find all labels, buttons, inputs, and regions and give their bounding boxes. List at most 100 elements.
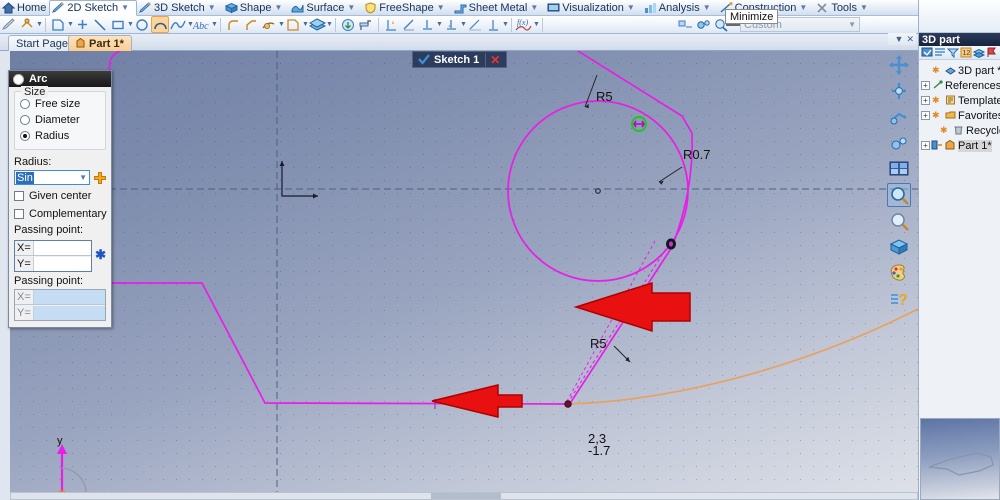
chamfer-tool-button[interactable]: [242, 16, 260, 33]
tree-node-references[interactable]: + References: [921, 78, 1000, 93]
rotate-tool-button[interactable]: [887, 79, 911, 103]
spline-tool-button[interactable]: [169, 16, 187, 33]
tab-part-1[interactable]: Part 1*: [68, 35, 132, 51]
tree-order-icon[interactable]: 12: [960, 47, 972, 58]
pan-tool-button[interactable]: [887, 53, 911, 77]
extrude-tool-button[interactable]: [308, 16, 326, 33]
tree-node-templates[interactable]: + ✱ Templates: [921, 93, 1000, 108]
menu-tab-3d-sketch[interactable]: 3D Sketch ▼: [137, 0, 223, 16]
tree-select-icon[interactable]: [921, 47, 933, 58]
sketch-viewport[interactable]: R5 R0.7 R5 2,3 -1.7 ?: [10, 51, 918, 500]
chevron-down-icon[interactable]: ▼: [79, 173, 87, 182]
view-cube-button[interactable]: [887, 235, 911, 259]
panel-close-icon[interactable]: ✕: [906, 34, 914, 45]
menu-tab-home[interactable]: Home: [0, 0, 49, 16]
help-button[interactable]: ?: [887, 287, 911, 311]
rectangle-tool-button[interactable]: [109, 16, 127, 33]
chevron-down-icon[interactable]: ▼: [848, 20, 856, 29]
passing-point-1-x-row[interactable]: X=: [15, 241, 92, 256]
circle-tool-button[interactable]: [133, 16, 151, 33]
chevron-down-icon[interactable]: ▼: [437, 3, 445, 12]
checkbox-given-center[interactable]: Given center: [14, 188, 106, 203]
menu-tab-tools[interactable]: Tools ▼: [814, 0, 875, 16]
expander-icon[interactable]: +: [921, 96, 930, 105]
dropdown-dot[interactable]: ▼: [326, 21, 333, 28]
chevron-down-icon[interactable]: ▼: [530, 3, 538, 12]
expander-icon[interactable]: +: [921, 81, 930, 90]
menu-tab-visualization[interactable]: Visualization ▼: [545, 0, 641, 16]
chevron-down-icon[interactable]: ▼: [347, 3, 355, 12]
chevron-down-icon[interactable]: ▼: [627, 3, 635, 12]
constraint-perp-button[interactable]: [418, 16, 436, 33]
radio-radius[interactable]: Radius: [20, 128, 100, 144]
zoom-selected-button[interactable]: [887, 183, 911, 207]
profile-tool-button[interactable]: [49, 16, 67, 33]
radio-free-size[interactable]: Free size: [20, 96, 100, 112]
chevron-down-icon[interactable]: ▼: [208, 3, 216, 12]
menu-tab-freeshape[interactable]: FreeShape ▼: [362, 0, 451, 16]
import-sketch-button[interactable]: [339, 16, 357, 33]
tree-filter-icon[interactable]: [946, 47, 960, 59]
radio-diameter[interactable]: Diameter: [20, 112, 100, 128]
menu-tab-surface[interactable]: Surface ▼: [289, 0, 362, 16]
passing-point-1-x-input[interactable]: [33, 241, 92, 255]
sketch-project-tool-button[interactable]: [18, 16, 36, 33]
menu-tab-shape[interactable]: Shape ▼: [223, 0, 290, 16]
tree-node-favorites[interactable]: + ✱ Favorites: [921, 108, 1000, 123]
constraint-tangent-button[interactable]: [484, 16, 502, 33]
arc-tool-button[interactable]: [151, 16, 169, 33]
preview-thumbnail[interactable]: [920, 418, 1000, 500]
panel-pin-icon[interactable]: ▼: [895, 34, 904, 44]
snap-point-button[interactable]: [694, 16, 712, 33]
chevron-down-icon[interactable]: ▼: [703, 3, 711, 12]
dropdown-dot[interactable]: ▼: [502, 21, 509, 28]
menu-tab-analysis[interactable]: Analysis ▼: [642, 0, 718, 16]
menu-tab-sheet-metal[interactable]: Sheet Metal ▼: [452, 0, 546, 16]
constraint-vertical-button[interactable]: [382, 16, 400, 33]
zoom-pan-button[interactable]: [887, 131, 911, 155]
tab-start-page[interactable]: Start Page: [8, 35, 76, 51]
menu-tab-2d-sketch[interactable]: 2D Sketch ▼: [49, 0, 138, 16]
line-tool-button[interactable]: [91, 16, 109, 33]
passing-point-1-y-input[interactable]: [33, 256, 92, 271]
tree-layers-icon[interactable]: [972, 47, 986, 59]
tree-node-recycle-bin[interactable]: ✱ Recycle bin: [921, 123, 1000, 138]
fillet-tool-button[interactable]: [224, 16, 242, 33]
sketch-plane-tool-button[interactable]: [0, 16, 18, 33]
point-tool-button[interactable]: [73, 16, 91, 33]
snap-grid-button[interactable]: [676, 16, 694, 33]
dropdown-dot[interactable]: ▼: [36, 21, 43, 28]
close-icon[interactable]: ✕: [485, 52, 504, 67]
constraint-symmetry-button[interactable]: [466, 16, 484, 33]
scrollbar-thumb[interactable]: [431, 493, 501, 499]
arc-dialog[interactable]: Arc Size Free size Diameter Radius Radiu…: [8, 70, 112, 328]
tree-node-part-1[interactable]: + Part 1*: [921, 138, 1000, 153]
checkbox-complementary[interactable]: Complementary: [14, 206, 107, 221]
horizontal-scrollbar[interactable]: [10, 492, 918, 500]
constraint-angle-button[interactable]: [442, 16, 460, 33]
chevron-down-icon[interactable]: ▼: [121, 3, 129, 12]
chevron-down-icon[interactable]: ▼: [275, 3, 283, 12]
radius-combobox[interactable]: Sin ▼: [14, 170, 90, 185]
add-parameter-button[interactable]: [94, 171, 106, 184]
tree-node-3d-part[interactable]: ✱ 3D part *: [921, 63, 1000, 78]
tree-flag-icon[interactable]: [986, 47, 996, 58]
dropdown-dot[interactable]: ▼: [533, 21, 540, 28]
chevron-down-icon[interactable]: ▼: [799, 3, 807, 12]
constraint-dimension-button[interactable]: [400, 16, 418, 33]
text-tool-button[interactable]: Abc: [192, 16, 211, 33]
paint-sketch-button[interactable]: [357, 16, 375, 33]
expander-icon[interactable]: +: [921, 111, 930, 120]
trim-tool-button[interactable]: [260, 16, 278, 33]
zoom-window-button[interactable]: [887, 105, 911, 129]
offset-tool-button[interactable]: [284, 16, 302, 33]
color-palette-button[interactable]: [887, 261, 911, 285]
passing-point-1-fields[interactable]: X= Y=: [14, 240, 93, 272]
tree-expand-icon[interactable]: [934, 47, 946, 58]
chevron-down-icon[interactable]: ▼: [860, 3, 868, 12]
formula-button[interactable]: f(x): [515, 16, 533, 33]
sketch-1-tab[interactable]: Sketch 1 ✕: [412, 51, 508, 68]
zoom-all-button[interactable]: [887, 209, 911, 233]
snap-asterisk-icon[interactable]: ✱: [95, 247, 106, 263]
passing-point-1-y-row[interactable]: Y=: [15, 256, 92, 271]
